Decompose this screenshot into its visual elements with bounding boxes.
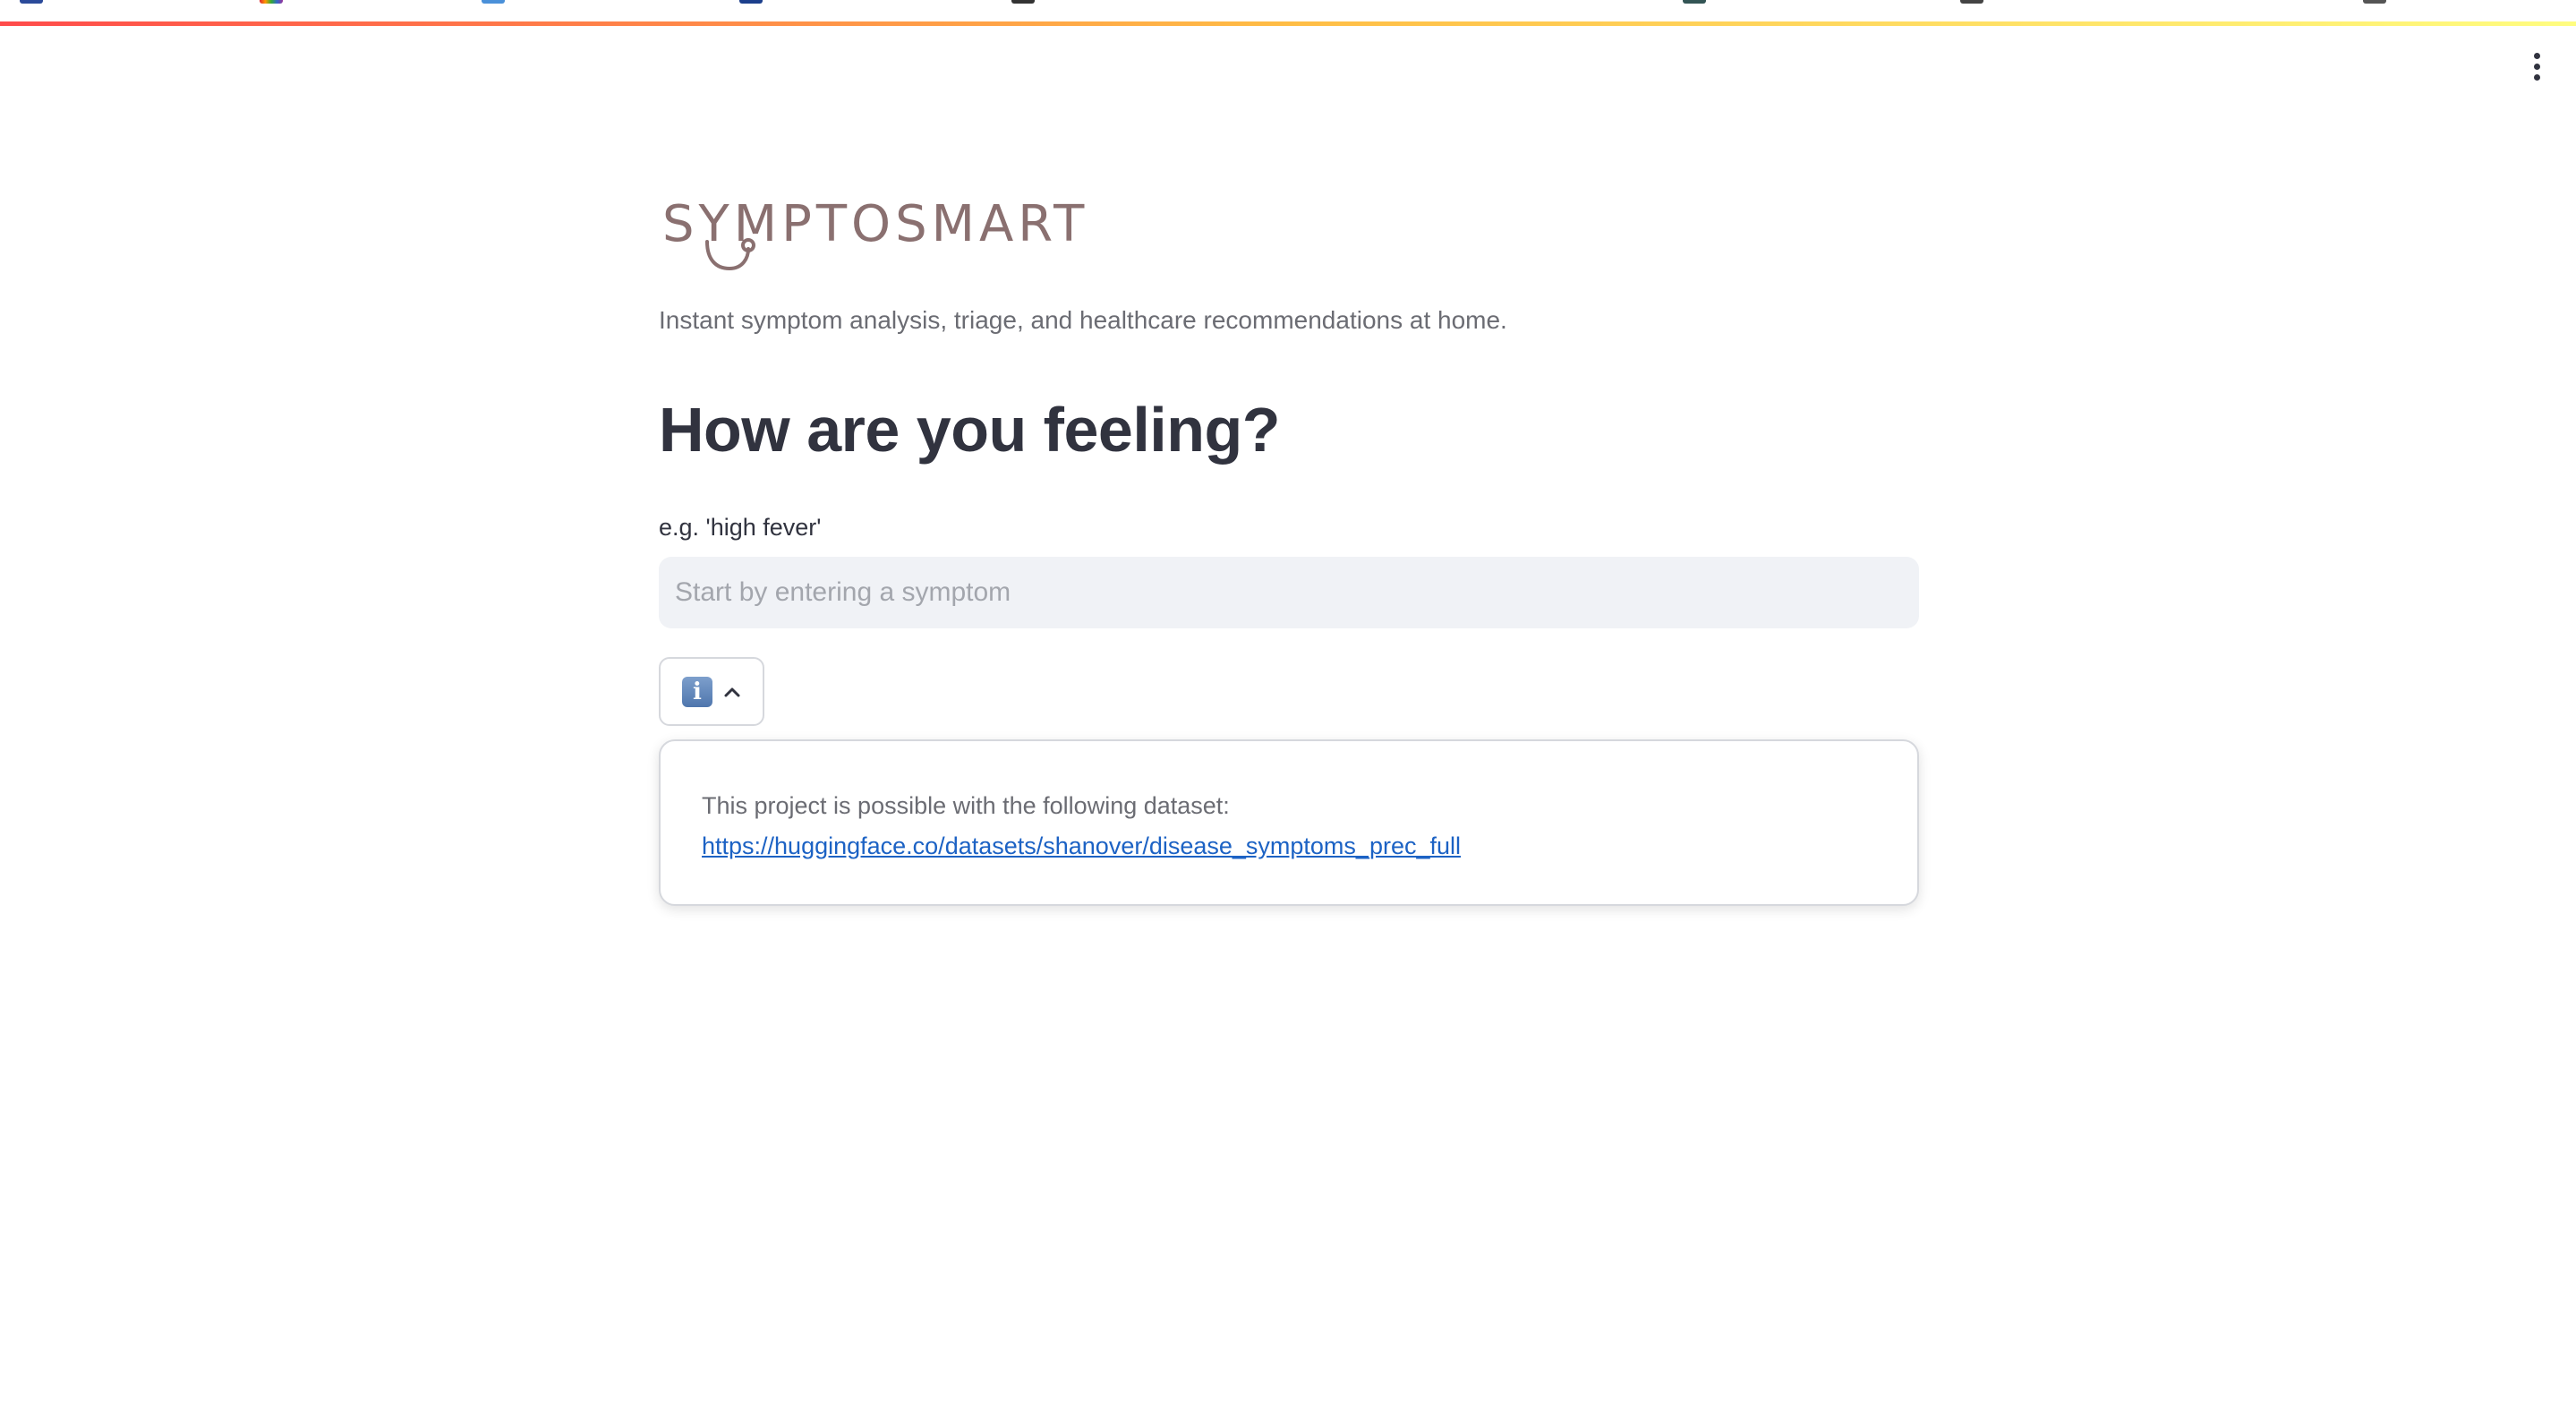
info-icon: i: [682, 676, 712, 707]
bookmark-icon[interactable]: [1683, 0, 1706, 4]
dataset-credit-text: This project is possible with the follow…: [702, 792, 1230, 819]
decoration-strip: [0, 21, 2576, 26]
app-logo: SYMPTOSMART: [662, 179, 1084, 277]
app-page: SYMPTOSMART Instant symptom analysis, tr…: [0, 0, 2576, 1417]
stethoscope-icon: [705, 238, 755, 271]
bookmark-icon[interactable]: [20, 0, 43, 4]
chevron-up-icon: [723, 683, 741, 701]
main-menu-icon-dot: [2533, 73, 2540, 81]
info-toggle-button[interactable]: i: [659, 657, 764, 726]
symptom-input-label: e.g. 'high fever': [659, 514, 822, 541]
page-title: How are you feeling?: [659, 395, 1281, 465]
info-popover: This project is possible with the follow…: [659, 739, 1919, 906]
tagline: Instant symptom analysis, triage, and he…: [659, 306, 1507, 334]
bookmarks-bar-remnant: [0, 0, 2576, 21]
main-menu-button[interactable]: [2517, 47, 2556, 86]
symptom-input[interactable]: [659, 557, 1919, 628]
main-menu-icon-dot: [2533, 63, 2540, 70]
bookmark-icon[interactable]: [260, 0, 283, 4]
dataset-link[interactable]: https://huggingface.co/datasets/shanover…: [702, 826, 1461, 866]
bookmark-icon[interactable]: [739, 0, 763, 4]
main-menu-icon: [2533, 52, 2540, 59]
bookmark-icon[interactable]: [1960, 0, 1983, 4]
bookmark-icon[interactable]: [1011, 0, 1035, 4]
bookmark-icon[interactable]: [2363, 0, 2386, 4]
bookmark-icon[interactable]: [482, 0, 505, 4]
